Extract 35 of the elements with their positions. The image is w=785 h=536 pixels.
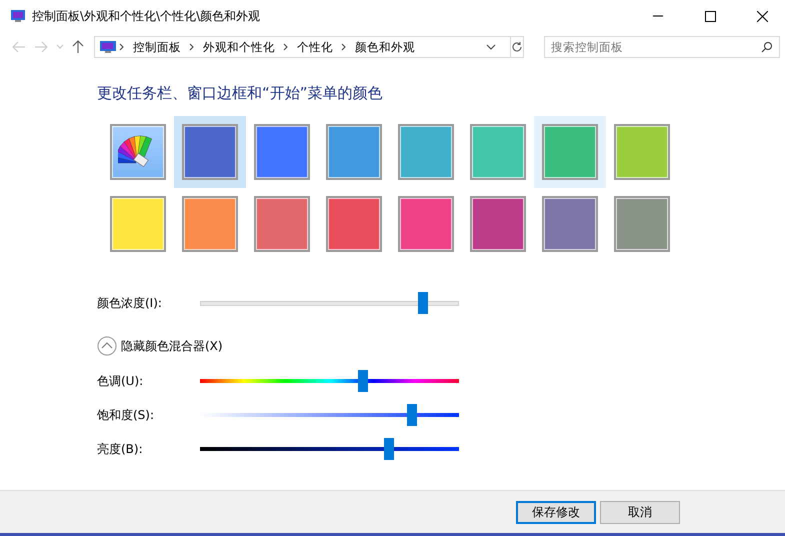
breadcrumb-item[interactable]: 控制面板	[127, 40, 187, 54]
slider[interactable]	[200, 292, 459, 314]
mixer-toggle-button[interactable]: 隐藏颜色混合器(X)	[97, 334, 785, 358]
refresh-icon	[511, 41, 523, 53]
slider-thumb[interactable]	[384, 438, 394, 460]
slider-thumb[interactable]	[358, 370, 368, 392]
slider-label: 色调(U):	[97, 372, 144, 390]
refresh-button[interactable]	[511, 36, 524, 58]
breadcrumb-item[interactable]: 个性化	[291, 40, 339, 54]
brightness-gradient-slider[interactable]	[200, 438, 459, 460]
slider-label: 亮度(B):	[97, 440, 144, 458]
control-panel-icon	[10, 9, 26, 23]
dialog-button[interactable]: 保存修改	[516, 500, 596, 524]
search-field[interactable]: 搜索控制面板	[544, 36, 780, 58]
saturation-gradient-slider[interactable]	[200, 404, 459, 426]
dialog-button[interactable]: 取消	[600, 500, 680, 524]
page-heading: 更改任务栏、窗口边框和“开始”菜单的颜色	[97, 84, 384, 103]
breadcrumb-item[interactable]: 外观和个性化	[197, 40, 281, 54]
color-swatch[interactable]	[174, 116, 246, 188]
up-button[interactable]	[72, 40, 84, 54]
slider-thumb[interactable]	[418, 292, 428, 314]
color-swatch[interactable]	[534, 116, 606, 188]
dropdown-chevron-icon[interactable]	[486, 43, 496, 51]
search-icon[interactable]	[761, 41, 773, 53]
hue-gradient-slider[interactable]	[200, 370, 459, 392]
slider-thumb[interactable]	[407, 404, 418, 426]
breadcrumb-item[interactable]: 颜色和外观	[349, 40, 421, 54]
maximize-icon	[704, 10, 716, 22]
window-title: 控制面板\外观和个性化\个性化\颜色和外观	[32, 8, 262, 24]
slider-label: 饱和度(S):	[97, 406, 156, 424]
close-icon	[756, 10, 768, 22]
slider-label: 颜色浓度(I):	[97, 294, 163, 312]
address-bar[interactable]: 控制面板 外观和个性化 个性化 颜色和外观	[94, 36, 511, 58]
control-panel-icon	[99, 40, 117, 54]
collapse-chevron-icon	[97, 336, 117, 356]
